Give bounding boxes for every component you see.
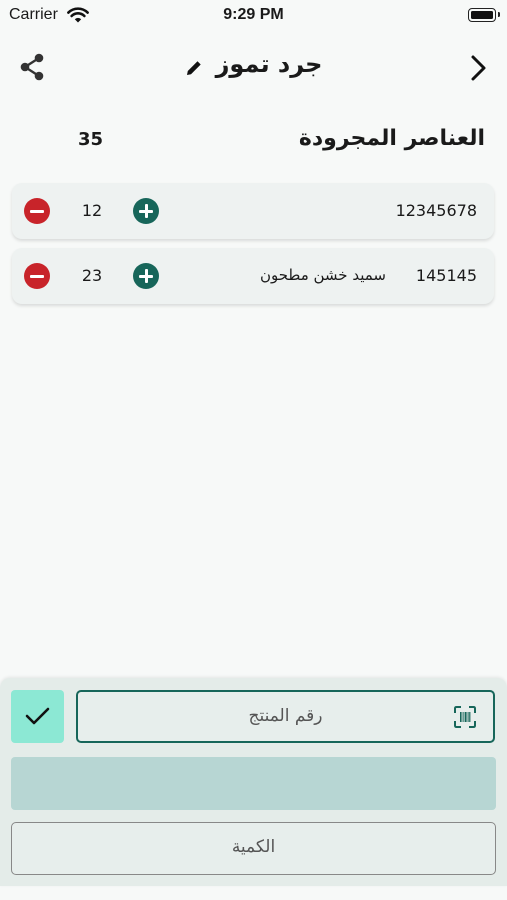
product-number-placeholder: رقم المنتج [248, 706, 323, 726]
checkmark-icon [25, 707, 50, 725]
battery-icon [468, 8, 500, 22]
chevron-right-icon[interactable] [469, 54, 487, 82]
list-item[interactable]: 12 12345678 [12, 183, 494, 239]
summary-row: العناصر المجرودة 35 [0, 122, 507, 162]
item-code: 12345678 [395, 201, 477, 220]
product-number-input[interactable]: رقم المنتج [76, 690, 495, 743]
item-code: 145145 [415, 266, 477, 285]
item-quantity: 12 [81, 201, 103, 220]
plus-circle-icon[interactable] [133, 263, 159, 289]
counted-items-label: العناصر المجرودة [298, 126, 485, 151]
plus-circle-icon[interactable] [133, 198, 159, 224]
product-description-bar [11, 757, 496, 810]
title-group[interactable]: جرد تموز [0, 50, 507, 78]
minus-circle-icon[interactable] [24, 263, 50, 289]
item-name: سميد خشن مطحون [259, 266, 386, 284]
entry-panel: رقم المنتج الكمية [0, 678, 507, 886]
list-item[interactable]: 23 سميد خشن مطحون 145145 [12, 248, 494, 304]
clock: 9:29 PM [223, 6, 284, 23]
barcode-scan-icon[interactable] [453, 705, 477, 729]
status-bar: Carrier 9:29 PM [0, 0, 507, 32]
counted-items-total: 35 [78, 129, 104, 150]
pencil-icon[interactable] [185, 59, 203, 77]
quantity-input[interactable]: الكمية [11, 822, 496, 875]
minus-circle-icon[interactable] [24, 198, 50, 224]
item-quantity: 23 [81, 266, 103, 285]
navigation-bar: جرد تموز [0, 44, 507, 90]
page-title: جرد تموز [215, 50, 323, 78]
quantity-placeholder: الكمية [231, 837, 276, 857]
confirm-button[interactable] [11, 690, 64, 743]
